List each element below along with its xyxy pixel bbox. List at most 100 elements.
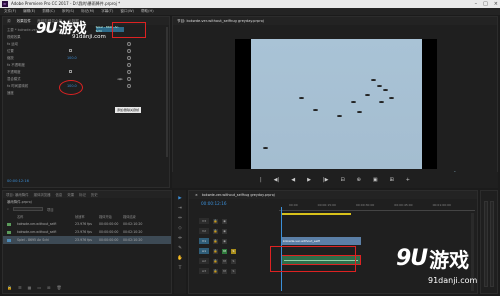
menu-edit[interactable]: 编辑(E) <box>23 9 35 14</box>
tab-history[interactable]: 历史 <box>91 192 98 197</box>
video-clip[interactable]: kokwde-ver-without_selfi <box>281 237 361 245</box>
effect-row[interactable]: 速度 <box>7 89 169 96</box>
close-icon[interactable]: × <box>195 193 198 197</box>
timeline-timecode[interactable]: 00:00:12:16 <box>201 201 227 206</box>
track-label[interactable]: V1 <box>199 238 209 244</box>
settings-icon[interactable]: ⊞ <box>390 177 394 183</box>
lock-icon[interactable]: 🔒 <box>213 218 218 224</box>
track-select-icon[interactable]: ⇥ <box>178 206 182 211</box>
trash-icon[interactable]: 🗑 <box>57 285 62 290</box>
slip-icon[interactable]: ⇹ <box>178 236 182 241</box>
reset-icon[interactable] <box>127 69 131 74</box>
tab-info[interactable]: 信息 <box>56 192 63 197</box>
reset-icon[interactable] <box>127 55 131 60</box>
reset-icon[interactable] <box>127 41 131 46</box>
lock-icon[interactable]: 🔒 <box>213 238 218 244</box>
new-bin-icon[interactable]: ▭ <box>37 285 41 290</box>
column-header[interactable]: 媒体开始 <box>99 214 123 219</box>
track-label[interactable]: A2 <box>199 258 209 264</box>
menu-file[interactable]: 文件(F) <box>4 9 16 14</box>
reset-icon[interactable] <box>127 62 131 67</box>
work-area-bar[interactable] <box>281 213 351 215</box>
column-header[interactable]: 名称 <box>17 214 75 219</box>
mute-icon[interactable]: M <box>222 248 227 254</box>
program-tab[interactable]: 节目: kokwde-ver-without_selfhug greyday.p… <box>173 17 497 25</box>
solo-icon[interactable]: S <box>231 248 236 254</box>
effect-row[interactable]: 缩放 100.0 <box>7 54 169 61</box>
column-header[interactable]: 媒体结束 <box>123 214 151 219</box>
lock-icon[interactable]: 🔒 <box>213 228 218 234</box>
lock-icon[interactable]: 🔒 <box>213 248 218 254</box>
close-icon[interactable]: × <box>494 1 498 7</box>
selection-tool-icon[interactable]: ▶ <box>178 196 181 201</box>
menu-window[interactable]: 窗口(W) <box>120 9 134 14</box>
track-label[interactable]: V3 <box>199 218 209 224</box>
menu-sequence[interactable]: 序列(S) <box>62 9 74 14</box>
project-item-row[interactable]: Spiel - 8695 An Schi 23.976 fps 00:00:00… <box>3 236 171 244</box>
project-item-row[interactable]: kokwde-ver-without_selfi 23.976 fps 00:0… <box>3 228 171 236</box>
solo-icon[interactable]: S <box>231 258 236 264</box>
extract-icon[interactable]: ⊕ <box>357 177 361 183</box>
menu-marker[interactable]: 标记(M) <box>81 9 94 14</box>
lock-icon[interactable]: 🔒 <box>7 285 12 290</box>
tab-source[interactable]: 源 <box>7 19 11 24</box>
scrollbar[interactable] <box>166 27 168 157</box>
keyframe-nav-icon[interactable]: ◂◆▸ <box>117 77 123 81</box>
timeline-ruler[interactable]: 00:00 00:00:15:00 00:00:30:00 00:00:45:0… <box>279 203 475 211</box>
hand-icon[interactable]: ✋ <box>177 256 183 261</box>
lock-icon[interactable]: 🔒 <box>213 258 218 264</box>
menu-clip[interactable]: 剪辑(C) <box>42 9 55 14</box>
mark-in-icon[interactable]: | <box>260 177 262 183</box>
effect-value[interactable]: 100.0 <box>67 56 77 60</box>
minimize-icon[interactable]: – <box>475 1 478 7</box>
effect-row[interactable]: 位置 <box>7 47 169 54</box>
go-to-in-icon[interactable]: ◀| <box>274 177 280 183</box>
mute-icon[interactable]: M <box>222 268 227 274</box>
export-frame-icon[interactable]: ▣ <box>373 177 378 183</box>
step-back-icon[interactable]: ◀ <box>291 177 295 183</box>
new-item-icon[interactable]: ⊞ <box>47 285 50 290</box>
maximize-icon[interactable]: □ <box>483 1 488 7</box>
mute-icon[interactable]: M <box>222 258 227 264</box>
menu-title[interactable]: 字幕(T) <box>101 9 113 14</box>
razor-icon[interactable]: ◇ <box>178 226 181 231</box>
menu-help[interactable]: 帮助(H) <box>141 9 154 14</box>
column-header[interactable]: 帧速率 <box>75 214 99 219</box>
eye-icon[interactable]: ◉ <box>222 238 227 244</box>
checkbox[interactable] <box>69 70 72 73</box>
checkbox[interactable] <box>69 49 72 52</box>
eye-icon[interactable]: ◉ <box>222 218 227 224</box>
effect-row[interactable]: fx 运动 <box>7 40 169 47</box>
reset-icon[interactable] <box>127 48 131 53</box>
lift-icon[interactable]: ⊟ <box>340 177 344 183</box>
tab-media-browser[interactable]: 媒体浏览器 <box>34 192 51 197</box>
tab-effect-controls[interactable]: 效果控件 <box>17 19 31 24</box>
search-input[interactable] <box>12 207 43 211</box>
ripple-edit-icon[interactable]: ⇔ <box>178 216 182 221</box>
eye-icon[interactable]: ◉ <box>222 228 227 234</box>
tab-effects[interactable]: 效果 <box>67 192 74 197</box>
project-item-row[interactable]: kokwde-ver-without_selfi 23.976 fps 00:0… <box>3 220 171 228</box>
step-forward-icon[interactable]: |▶ <box>323 177 329 183</box>
solo-icon[interactable]: S <box>231 268 236 274</box>
list-view-icon[interactable]: ☰ <box>18 285 22 290</box>
text-icon[interactable]: T <box>179 266 182 271</box>
effect-row[interactable]: 混合模式 ◂◆▸ <box>7 75 169 82</box>
reset-icon[interactable] <box>127 83 131 88</box>
icon-view-icon[interactable]: ▦ <box>28 285 32 290</box>
effect-row[interactable]: fx 不透明度 <box>7 61 169 68</box>
timeline-tab[interactable]: × kokwde-ver-without_selfhug greyday.prp… <box>189 191 477 199</box>
tab-markers[interactable]: 标记 <box>79 192 86 197</box>
pen-icon[interactable]: ✎ <box>178 246 182 251</box>
effect-row[interactable]: fx 时间重映射 100.0 <box>7 82 169 89</box>
play-icon[interactable]: ▶ <box>307 177 311 183</box>
effect-controls-timecode[interactable]: 00:00:12:16 <box>7 179 29 183</box>
reset-icon[interactable] <box>127 76 131 81</box>
track-label[interactable]: A3 <box>199 268 209 274</box>
tab-project[interactable]: 项目: 暴雨降件 <box>6 192 29 197</box>
add-button-icon[interactable]: + <box>406 177 410 183</box>
effect-row[interactable]: 不透明度 <box>7 68 169 75</box>
track-label[interactable]: A1 <box>199 248 209 254</box>
track-label[interactable]: V2 <box>199 228 209 234</box>
lock-icon[interactable]: 🔒 <box>213 268 218 274</box>
